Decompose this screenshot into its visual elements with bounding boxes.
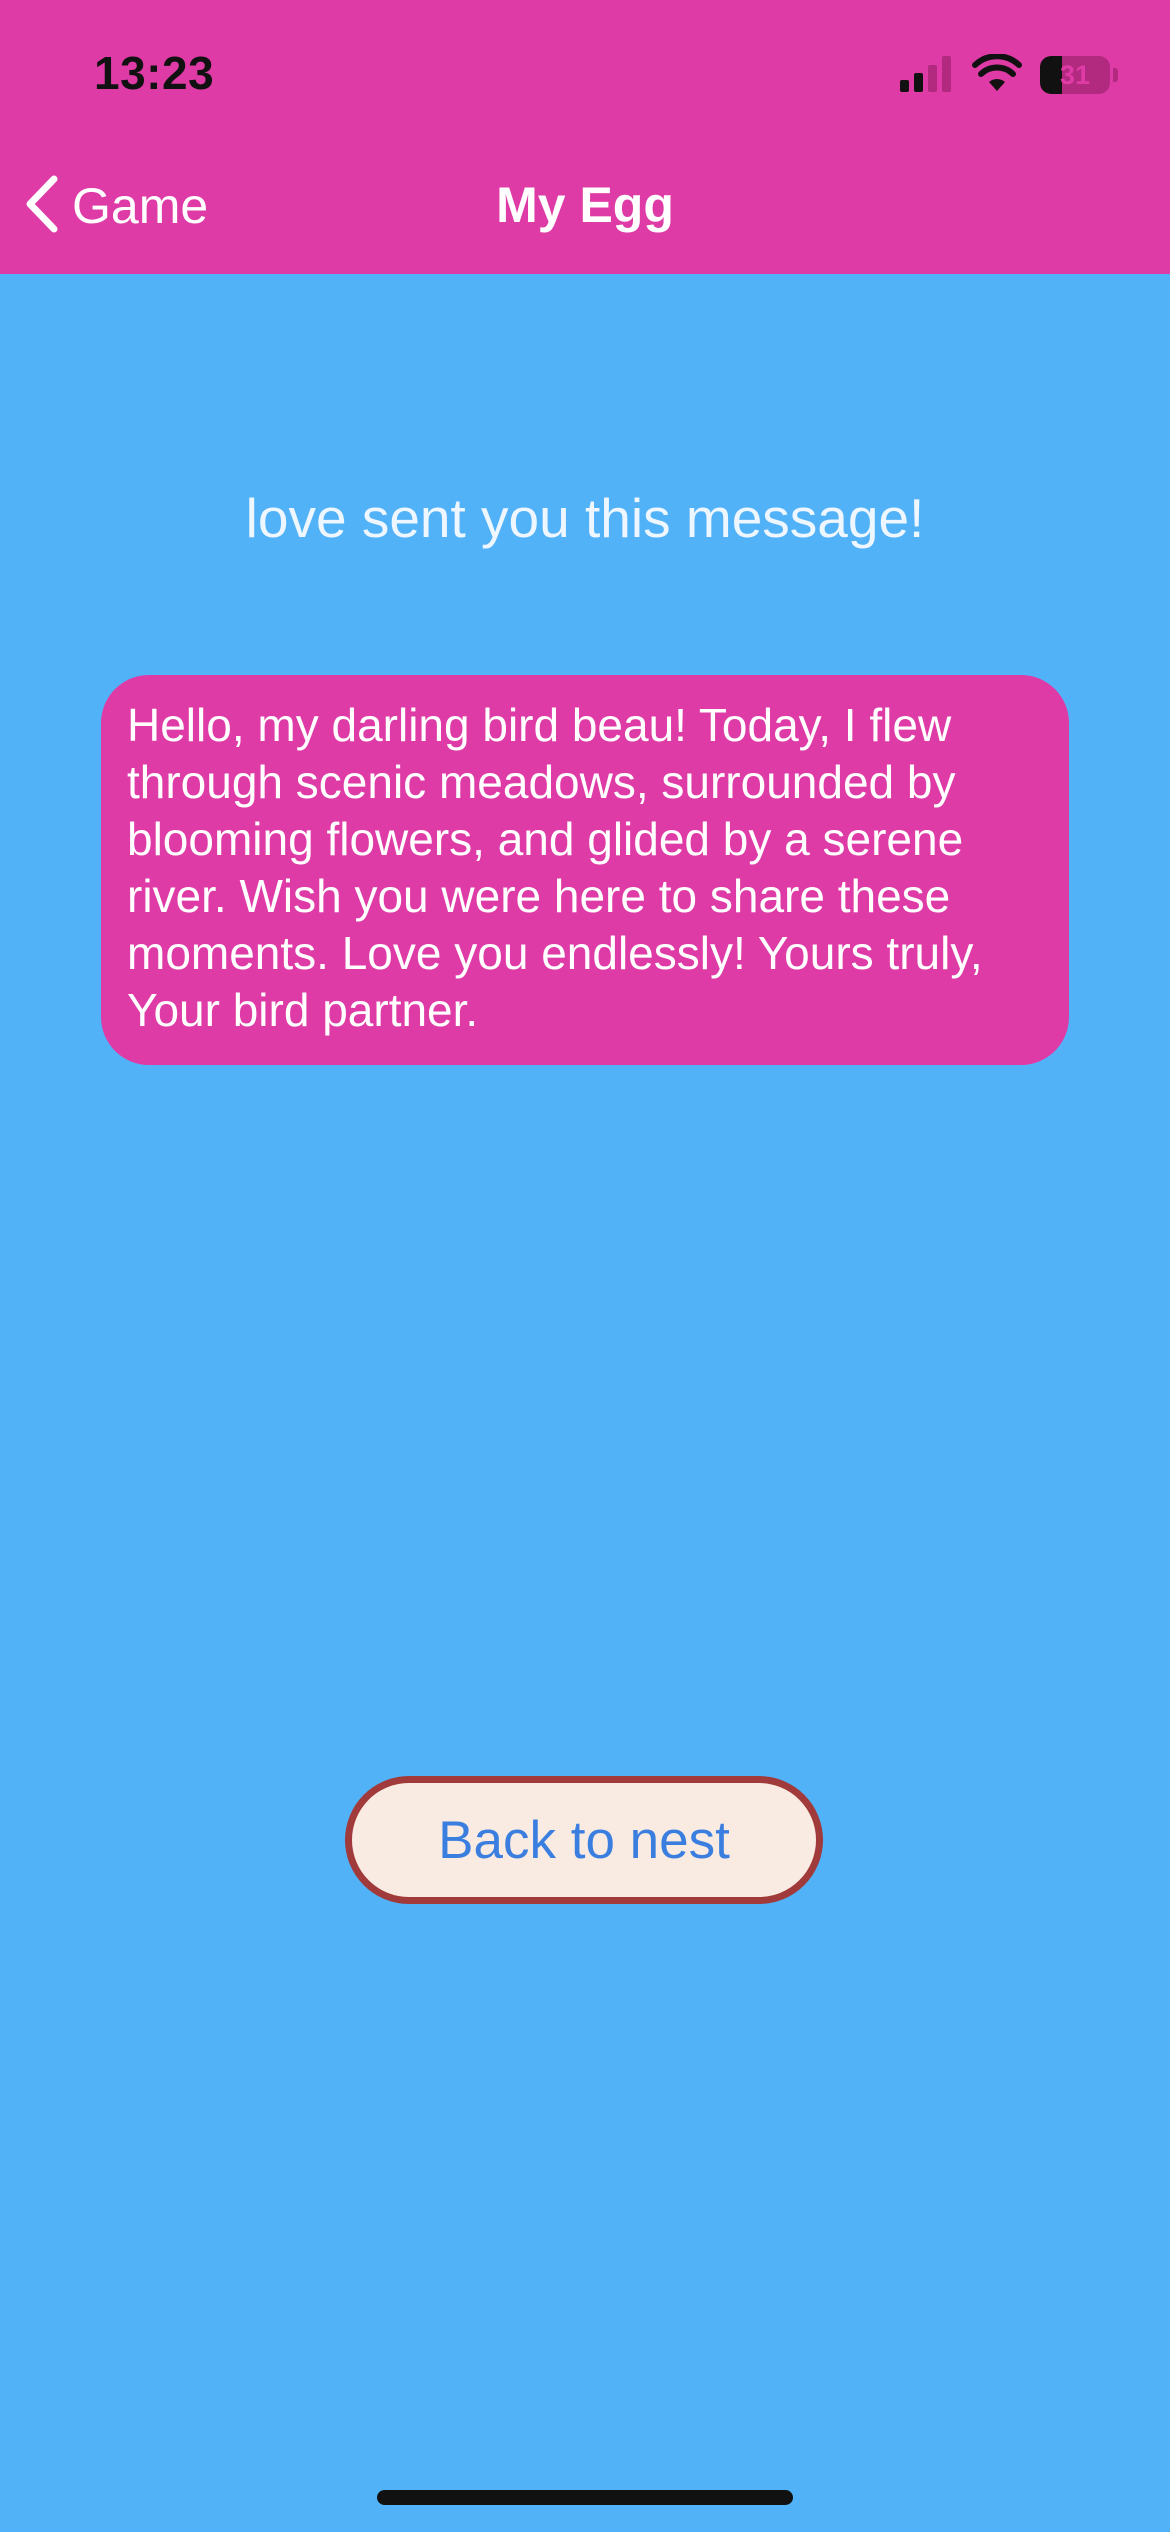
- battery-fill: [1040, 56, 1062, 94]
- back-to-nest-button[interactable]: Back to nest: [345, 1776, 823, 1904]
- page-title: My Egg: [496, 177, 674, 233]
- wifi-icon: [972, 52, 1022, 97]
- battery-percentage: 31: [1059, 59, 1091, 90]
- battery-icon: 31: [1040, 56, 1110, 94]
- message-bubble: Hello, my darling bird beau! Today, I fl…: [101, 675, 1069, 1065]
- home-indicator[interactable]: [377, 2490, 793, 2505]
- navigation-header: 13:23 31 Game My Egg: [0, 0, 1170, 274]
- message-intro: love sent you this message!: [245, 487, 925, 549]
- status-icons: 31: [900, 52, 1118, 98]
- status-time: 13:23: [94, 47, 215, 99]
- signal-icon: [900, 54, 954, 97]
- battery-tip: [1113, 68, 1118, 82]
